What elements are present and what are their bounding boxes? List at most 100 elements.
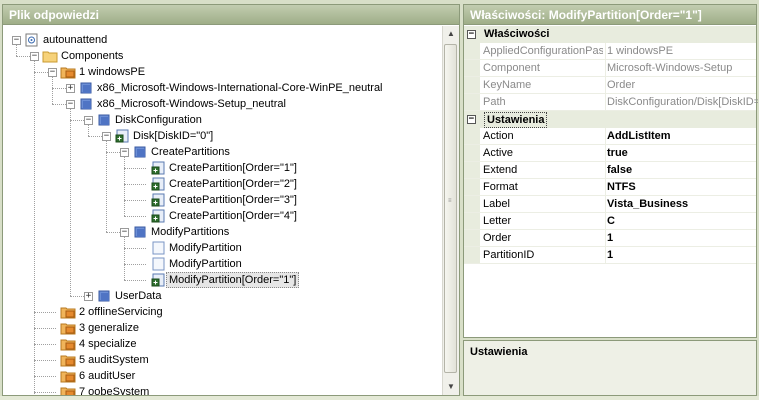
tree-node-label: 7 oobeSystem [79,386,150,395]
pass-icon [60,305,76,319]
tree-node-label: ModifyPartitions [151,226,230,238]
list-item-icon [150,193,166,207]
property-grid[interactable]: − Właściwości AppliedConfigurationPass 1 wi… [464,26,758,264]
scrollbar-thumb[interactable]: ≡ [444,44,457,373]
properties-pane: Właściwości: ModifyPartition[Order="1"] … [463,4,758,338]
collapse-icon[interactable]: − [467,115,476,124]
collapse-icon[interactable]: − [120,228,129,237]
pass-icon [60,353,76,367]
collapse-icon[interactable]: − [102,132,111,141]
property-row[interactable]: Order 1 [464,230,756,247]
pass-icon [60,65,76,79]
property-value[interactable]: true [605,145,758,161]
property-name: Order [483,232,512,244]
tree-node[interactable]: 3 generalize [3,320,433,336]
property-row[interactable]: Label Vista_Business [464,196,756,213]
tree-node[interactable]: ModifyPartition[Order="1"] [3,272,433,288]
property-value[interactable]: NTFS [605,179,758,195]
tree-node[interactable]: − CreatePartitions [3,144,433,160]
tree-node-label: CreatePartition[Order="2"] [169,178,297,190]
property-name: KeyName [483,79,532,91]
tree-node[interactable]: − DiskConfiguration [3,112,433,128]
collapse-icon[interactable]: − [66,100,75,109]
expand-icon[interactable]: + [66,84,75,93]
property-row[interactable]: AppliedConfigurationPass 1 windowsPE [464,43,756,60]
tree-node-label: ModifyPartition [169,242,242,254]
tree-node[interactable]: 5 auditSystem [3,352,433,368]
tree-node-label: ModifyPartition [169,258,242,270]
property-value[interactable]: C [605,213,758,229]
answer-file-tree[interactable]: − autounattend − Components −1 windowsPE + x86… [3,26,444,395]
description-title: Ustawienia [470,346,528,358]
tree-node[interactable]: ModifyPartition [3,256,433,272]
collapse-icon[interactable]: − [48,68,57,77]
property-name: Letter [483,215,512,227]
tree-node[interactable]: CreatePartition[Order="2"] [3,176,433,192]
tree-node-label: UserData [115,290,162,302]
tree-node-label: CreatePartition[Order="1"] [169,162,297,174]
list-item-icon [150,177,166,191]
tree-node[interactable]: 6 auditUser [3,368,433,384]
property-value[interactable]: 1 [605,230,758,246]
property-value: Microsoft-Windows-Setup [605,60,758,76]
answer-file-pane: Plik odpowiedzi − autounattend − Components… [2,4,460,396]
row-gutter [464,128,480,144]
collapse-icon[interactable]: − [84,116,93,125]
tree-node[interactable]: − autounattend [3,32,433,48]
collapse-icon[interactable]: − [30,52,39,61]
scroll-up-icon[interactable]: ▲ [443,26,459,42]
tree-node[interactable]: − ModifyPartitions [3,224,433,240]
scroll-down-icon[interactable]: ▼ [443,379,459,395]
expand-icon[interactable]: + [84,292,93,301]
property-row[interactable]: PartitionID 1 [464,247,756,264]
tree-node[interactable]: CreatePartition[Order="1"] [3,160,433,176]
tree-node[interactable]: CreatePartition[Order="3"] [3,192,433,208]
pass-icon [60,385,76,395]
tree-node-label: x86_Microsoft-Windows-International-Core… [97,82,383,94]
category-settings[interactable]: − Ustawienia [464,111,756,128]
list-item-icon [150,273,166,287]
collapse-icon[interactable]: − [467,30,476,39]
tree-node[interactable]: CreatePartition[Order="4"] [3,208,433,224]
collapse-icon[interactable]: − [120,148,129,157]
tree-node[interactable]: 2 offlineServicing [3,304,433,320]
component-icon [78,81,94,95]
property-name: Active [483,147,513,159]
property-value[interactable]: AddListItem [605,128,758,144]
tree-node[interactable]: + UserData [3,288,433,304]
category-properties[interactable]: − Właściwości [464,26,756,43]
tree-node-label: CreatePartition[Order="3"] [169,194,297,206]
property-value[interactable]: Vista_Business [605,196,758,212]
tree-node[interactable]: − Components [3,48,433,64]
empty-item-icon [150,241,166,255]
property-row[interactable]: Format NTFS [464,179,756,196]
tree-node[interactable]: ModifyPartition [3,240,433,256]
tree-node-label: 5 auditSystem [79,354,149,366]
tree-vertical-scrollbar[interactable]: ▲ ≡ ▼ [442,26,459,395]
property-row[interactable]: Extend false [464,162,756,179]
property-value[interactable]: 1 [605,247,758,263]
property-row[interactable]: KeyName Order [464,77,756,94]
tree-node[interactable]: 7 oobeSystem [3,384,433,395]
tree-node[interactable]: − Disk[DiskID="0"] [3,128,433,144]
tree-node[interactable]: 4 specialize [3,336,433,352]
tree-node-label: Components [61,50,124,62]
property-row[interactable]: Active true [464,145,756,162]
tree-node-label: autounattend [43,34,108,46]
tree-node-label: 6 auditUser [79,370,136,382]
row-gutter [464,94,480,110]
pass-icon [60,337,76,351]
tree-node[interactable]: − x86_Microsoft-Windows-Setup_neutral [3,96,433,112]
collapse-icon[interactable]: − [12,36,21,45]
property-value[interactable]: false [605,162,758,178]
property-name: Label [483,198,510,210]
tree-node[interactable]: − 1 windowsPE [3,64,433,80]
folder-icon [42,49,58,63]
property-row[interactable]: Action AddListItem [464,128,756,145]
list-item-icon [150,161,166,175]
tree-node[interactable]: + x86_Microsoft-Windows-International-Cor… [3,80,433,96]
tree-node-label: 3 generalize [79,322,139,334]
property-row[interactable]: Path DiskConfiguration/Disk[DiskID= [464,94,758,111]
property-row[interactable]: Component Microsoft-Windows-Setup [464,60,756,77]
property-row[interactable]: Letter C [464,213,756,230]
